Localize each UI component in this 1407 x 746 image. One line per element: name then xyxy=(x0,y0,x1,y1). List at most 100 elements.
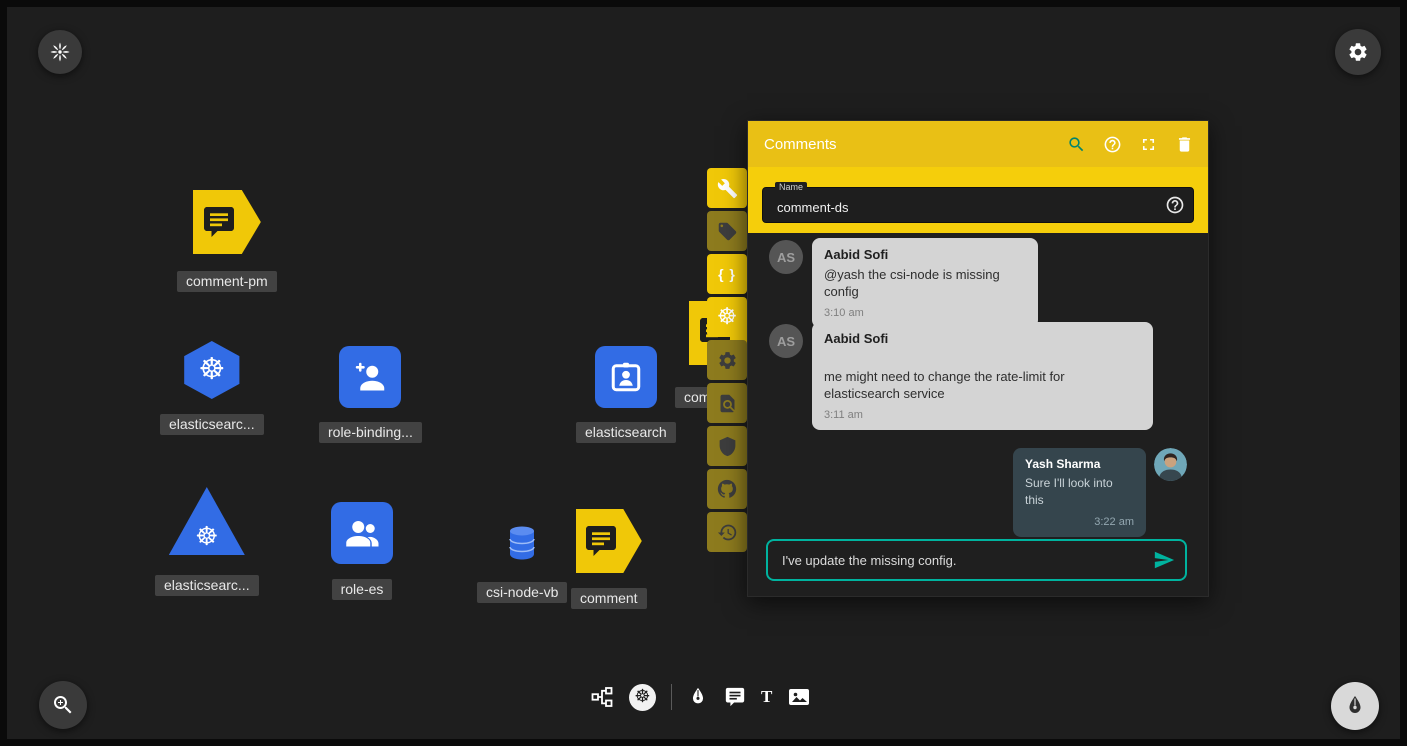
node-elasticsearch-hexagon[interactable]: ☸ elasticsearc... xyxy=(160,341,264,435)
comment-shape[interactable] xyxy=(576,509,642,573)
node-csi-node-vb[interactable]: csi-node-vb xyxy=(477,525,567,603)
triangle-shape[interactable]: ☸ xyxy=(169,487,245,555)
github-icon xyxy=(716,478,738,500)
name-field-label: Name xyxy=(775,182,807,192)
node-comment[interactable]: comment xyxy=(571,509,647,609)
dock-divider xyxy=(671,684,672,710)
text-icon: T xyxy=(761,687,772,707)
comment-icon xyxy=(724,686,746,708)
avatar: AS xyxy=(769,324,803,358)
comment-input[interactable] xyxy=(780,552,1153,569)
comments-search-button[interactable] xyxy=(1067,135,1086,154)
hexagon-shape[interactable]: ☸ xyxy=(182,341,242,399)
node-comment-pm[interactable]: comment-pm xyxy=(177,190,277,292)
app-logo-button[interactable] xyxy=(38,30,82,74)
toolbar-history-button[interactable] xyxy=(707,512,747,552)
dock-hierarchy-button[interactable] xyxy=(590,685,614,709)
name-input[interactable] xyxy=(763,196,1193,215)
square-shape[interactable] xyxy=(339,346,401,408)
comment-shape[interactable] xyxy=(193,190,261,254)
fullscreen-icon xyxy=(1139,135,1158,154)
comments-panel-header: Comments xyxy=(748,121,1208,167)
pen-nib-icon xyxy=(1343,694,1367,718)
pen-tool-button[interactable] xyxy=(1331,682,1379,730)
gear-icon xyxy=(717,350,738,371)
shapes-icon xyxy=(687,686,709,708)
square-shape[interactable] xyxy=(331,502,393,564)
comment-input-bar[interactable] xyxy=(766,539,1187,581)
node-role-es[interactable]: role-es xyxy=(331,502,393,600)
toolbar-doc-search-button[interactable] xyxy=(707,383,747,423)
help-icon xyxy=(1165,195,1185,215)
kubernetes-icon: ☸ xyxy=(198,355,225,385)
node-label: elasticsearc... xyxy=(155,575,259,596)
node-label: comment-pm xyxy=(177,271,277,292)
message-time: 3:10 am xyxy=(824,307,1026,319)
tag-icon xyxy=(717,221,738,242)
node-elasticsearch[interactable]: elasticsearch xyxy=(576,346,676,443)
media-icon xyxy=(787,685,811,709)
user-photo xyxy=(1154,448,1187,481)
node-label: comment xyxy=(571,588,647,609)
name-help-button[interactable] xyxy=(1165,195,1185,218)
message-author: Yash Sharma xyxy=(1025,457,1134,471)
node-label: role-binding... xyxy=(319,422,422,443)
people-icon xyxy=(344,515,380,551)
storage-cylinder-icon[interactable] xyxy=(506,525,538,561)
send-button[interactable] xyxy=(1153,549,1175,571)
settings-button[interactable] xyxy=(1335,29,1381,75)
comments-help-button[interactable] xyxy=(1103,135,1122,154)
doc-search-icon xyxy=(717,393,738,414)
toolbar-kubernetes-button[interactable]: ☸ xyxy=(707,297,747,337)
delete-icon xyxy=(1175,135,1194,154)
message-time: 3:11 am xyxy=(824,409,1141,421)
message-text: Sure I'll look into this xyxy=(1025,475,1134,509)
message-bubble: Aabid Sofi @yash the csi-node is missing… xyxy=(812,238,1038,328)
comments-delete-button[interactable] xyxy=(1175,135,1194,154)
node-elasticsearch-triangle[interactable]: ☸ elasticsearc... xyxy=(155,487,259,596)
comments-panel: Comments xyxy=(747,120,1209,597)
toolbar-github-button[interactable] xyxy=(707,469,747,509)
avatar: AS xyxy=(769,240,803,274)
message-text: me might need to change the rate-limit f… xyxy=(824,368,1141,402)
canvas[interactable]: comment-pm ☸ elasticsearc... role-bindin… xyxy=(0,0,1407,746)
hierarchy-icon xyxy=(590,685,614,709)
node-label: csi-node-vb xyxy=(477,582,567,603)
kubernetes-icon: ☸ xyxy=(717,306,738,329)
zoom-in-icon xyxy=(51,693,75,717)
bottom-dock: ☸ T xyxy=(590,679,811,715)
gear-icon xyxy=(1347,41,1369,63)
history-icon xyxy=(717,522,738,543)
toolbar-tag-button[interactable] xyxy=(707,211,747,251)
node-role-binding[interactable]: role-binding... xyxy=(319,346,422,443)
zoom-button[interactable] xyxy=(39,681,87,729)
dock-shapes-button[interactable] xyxy=(687,686,709,708)
dock-kubernetes-button[interactable]: ☸ xyxy=(629,684,656,711)
node-label: elasticsearc... xyxy=(160,414,264,435)
name-field[interactable]: Name xyxy=(762,187,1194,223)
dock-text-button[interactable]: T xyxy=(761,687,772,707)
send-icon xyxy=(1153,549,1175,571)
dock-media-button[interactable] xyxy=(787,685,811,709)
message-author: Aabid Sofi xyxy=(824,331,1141,346)
node-label: role-es xyxy=(332,579,393,600)
search-icon xyxy=(1067,135,1086,154)
shield-icon xyxy=(717,436,738,457)
message-bubble: Yash Sharma Sure I'll look into this 3:2… xyxy=(1013,448,1146,537)
comment-icon xyxy=(201,204,237,240)
toolbar-settings-button[interactable] xyxy=(707,340,747,380)
comment-icon xyxy=(583,523,619,559)
message-text: @yash the csi-node is missing config xyxy=(824,266,1026,300)
help-icon xyxy=(1103,135,1122,154)
braces-icon: { } xyxy=(718,266,736,282)
message-bubble: Aabid Sofi me might need to change the r… xyxy=(812,322,1153,430)
toolbar-shield-button[interactable] xyxy=(707,426,747,466)
toolbar-wrench-button[interactable] xyxy=(707,168,747,208)
badge-person-icon xyxy=(608,359,644,395)
dock-comment-button[interactable] xyxy=(724,686,746,708)
toolbar-braces-button[interactable]: { } xyxy=(707,254,747,294)
square-shape[interactable] xyxy=(595,346,657,408)
panel-header-actions xyxy=(1067,135,1194,154)
comments-fullscreen-button[interactable] xyxy=(1139,135,1158,154)
panel-title: Comments xyxy=(764,136,1067,153)
